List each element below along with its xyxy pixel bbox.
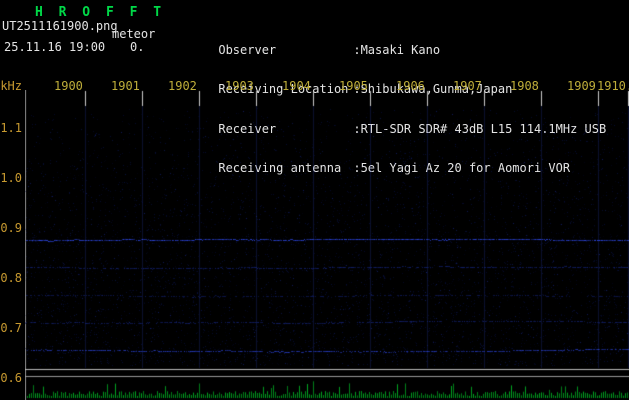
y-tick-label: 0.7 bbox=[0, 321, 22, 335]
info-value: :Masaki Kano bbox=[353, 43, 440, 57]
mode-label: meteor bbox=[112, 27, 155, 41]
info-label: Observer bbox=[218, 45, 353, 57]
output-filename: UT2511161900.png bbox=[2, 19, 118, 33]
hrofft-window: H R O F F T UT2511161900.png meteor 25.1… bbox=[0, 0, 629, 400]
y-tick-label: 0.8 bbox=[0, 271, 22, 285]
app-title: H R O F F T bbox=[35, 5, 165, 20]
y-tick-label: 1.0 bbox=[0, 171, 22, 185]
y-tick-label: 0.6 bbox=[0, 371, 22, 385]
datetime-label: 25.11.16 19:00 bbox=[4, 40, 105, 54]
y-tick-label: 0.9 bbox=[0, 221, 22, 235]
spectrogram-canvas bbox=[25, 90, 629, 400]
echo-count: 0. bbox=[130, 40, 144, 54]
y-axis-unit: kHz bbox=[0, 79, 22, 93]
info-row-observer: Observer:Masaki Kano bbox=[175, 33, 606, 45]
y-tick-label: 1.1 bbox=[0, 121, 22, 135]
